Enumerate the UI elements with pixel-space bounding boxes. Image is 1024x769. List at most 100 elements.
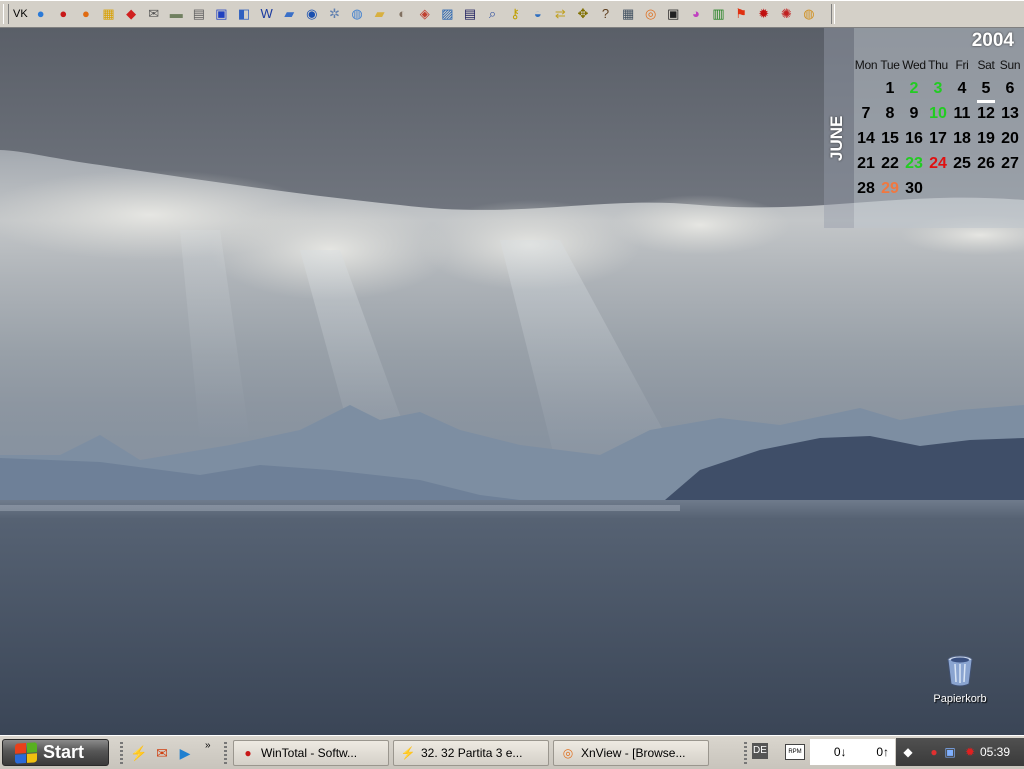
- calendar-day-22: 22: [881, 154, 899, 172]
- net-down-value: 0↓: [833, 745, 847, 759]
- calendar-year: 2004: [971, 30, 1014, 51]
- system-info-icon[interactable]: ▤: [461, 5, 479, 23]
- word-icon[interactable]: W: [258, 5, 276, 23]
- calendar-week: 123456: [854, 76, 1024, 103]
- printer-icon[interactable]: ▤: [190, 5, 208, 23]
- winamp-icon[interactable]: ⚡: [130, 744, 148, 762]
- taskbar-button-label: XnView - [Browse...: [581, 746, 686, 760]
- toolbar-icons: ● ● ● ▦ ◆ ✉ ▬ ▤ ▣ ◧ W ▰ ◉ ✲ ◍ ▰ ◐ ◈ ▨ ▤ ⌕ ⚷ ◒ ⇄ ✥? ▦ ◎ ▣ ◕ ▥ ⚑ ✹ ✺ ◍: [32, 5, 823, 23]
- system-tray: ◆ ● ▣ ✹ 05:39: [896, 738, 1024, 766]
- tasks-grip[interactable]: [224, 742, 227, 764]
- language-indicator[interactable]: DE: [752, 743, 768, 759]
- weekday-sat: Sat: [977, 58, 995, 72]
- calendar-day-9: 9: [909, 104, 919, 122]
- quick-launch-toolbar: VK ● ● ● ▦ ◆ ✉ ▬ ▤ ▣ ◧ W ▰ ◉ ✲ ◍ ▰ ◐ ◈ ▨ ▤ ⌕ ⚷ ◒ ⇄ ✥? ▦ ◎ ▣ ◕ ▥ ⚑ ✹ ✺ ◍: [0, 0, 1024, 28]
- virus-scan-icon[interactable]: ✺: [777, 5, 795, 23]
- scanner-icon[interactable]: ▬: [167, 5, 185, 23]
- network-tray-icon[interactable]: ▣: [942, 744, 958, 760]
- calendar-day-1: 1: [885, 79, 895, 97]
- clipboard-icon[interactable]: ▦: [619, 5, 637, 23]
- settings-gear-icon[interactable]: ✲: [325, 5, 343, 23]
- diamond-icon[interactable]: ◆: [900, 744, 916, 760]
- taskbar-button[interactable]: ⚡ 32. 32 Partita 3 e...: [393, 740, 549, 766]
- calendar-day-grid: 1 2 3 4 5 6 7 8 9 10 11 12 13 14 15 16 17 18 19 20 21 22 23 24 2…: [854, 76, 1024, 201]
- weekday-thu: Thu: [928, 58, 948, 72]
- bar-chart-icon[interactable]: ▥: [710, 5, 728, 23]
- windows-flag-icon[interactable]: ⚑: [732, 5, 750, 23]
- calendar-day-28: 28: [857, 179, 875, 197]
- taskbar-button-label: 32. 32 Partita 3 e...: [421, 746, 523, 760]
- help-book-icon[interactable]: ?: [597, 5, 615, 23]
- calendar-day-26: 26: [977, 154, 995, 172]
- toolbar-grip[interactable]: [3, 3, 9, 24]
- calendar-week: 21 22 23 24 25 26 27: [854, 151, 1024, 176]
- quick-launch-grip[interactable]: [120, 742, 123, 764]
- globe-icon[interactable]: ●: [32, 5, 50, 23]
- cpu-meter-icon[interactable]: RPM: [785, 744, 805, 760]
- color-wheel-icon[interactable]: ◕: [687, 5, 705, 23]
- keys-icon[interactable]: ⚷: [506, 5, 524, 23]
- weekday-wed: Wed: [902, 58, 926, 72]
- taskbar-button[interactable]: ● WinTotal - Softw...: [233, 740, 389, 766]
- taskbar-button-label: WinTotal - Softw...: [261, 746, 358, 760]
- arrows-icon[interactable]: ⇄: [551, 5, 569, 23]
- calendar-day-27: 27: [1001, 154, 1019, 172]
- calendar-day-15: 15: [881, 129, 899, 147]
- calendar-day-3: 3: [933, 79, 943, 97]
- calendar-day-16: 16: [905, 129, 923, 147]
- calendar-day-30: 30: [905, 179, 923, 197]
- database-icon[interactable]: ◍: [348, 5, 366, 23]
- terminal-icon[interactable]: ▣: [664, 5, 682, 23]
- calendar-day-12: 12: [977, 104, 995, 122]
- control-panel-icon[interactable]: ▨: [438, 5, 456, 23]
- chip-icon[interactable]: ✥: [574, 5, 592, 23]
- outlook-express-icon[interactable]: ✉: [153, 744, 171, 762]
- calendar-day-19: 19: [977, 129, 995, 147]
- shredder-icon[interactable]: ◆: [122, 5, 140, 23]
- taskbar-quick-launch: ⚡ ✉ ▶: [130, 744, 199, 762]
- calendar-weekday-header: Mon Tue Wed Thu Fri Sat Sun: [854, 58, 1024, 72]
- installer-box-icon[interactable]: ◈: [416, 5, 434, 23]
- language-grip[interactable]: [744, 742, 747, 764]
- toolbar-separator: [831, 4, 835, 24]
- calendar-week: 7 8 9 10 11 12 13: [854, 101, 1024, 126]
- toolbar-label: VK: [13, 7, 28, 20]
- calendar-week: 14 15 16 17 18 19 20: [854, 126, 1024, 151]
- image-viewer-icon[interactable]: ◎: [642, 5, 660, 23]
- calendar-month: JUNE: [827, 115, 846, 161]
- network-monitor[interactable]: 0↓ 0↑: [810, 739, 895, 765]
- bug-red-icon[interactable]: ✹: [755, 5, 773, 23]
- image-viewer-icon: ◎: [562, 746, 574, 760]
- weekday-sun: Sun: [999, 58, 1021, 72]
- calendar-day-2: 2: [909, 79, 919, 97]
- life-buoy-icon[interactable]: ◍: [800, 5, 818, 23]
- folder-open-icon[interactable]: ▰: [371, 5, 389, 23]
- disk-tool-icon[interactable]: ◐: [393, 5, 411, 23]
- calendar-day-25: 25: [953, 154, 971, 172]
- calendar-day-4: 4: [957, 79, 967, 97]
- start-button[interactable]: Start: [2, 739, 109, 766]
- window-icon[interactable]: ◧: [235, 5, 253, 23]
- mail-icon[interactable]: ✉: [145, 5, 163, 23]
- weekday-mon: Mon: [854, 58, 878, 72]
- calendar-day-7: 7: [861, 104, 871, 122]
- desktop-calendar: 2004 JUNE Mon Tue Wed Thu Fri Sat Sun 12345678…: [824, 28, 1024, 228]
- desktop-icon-recycle-bin[interactable]: Papierkorb: [930, 655, 990, 705]
- media-player-icon[interactable]: ▶: [176, 744, 194, 762]
- taskbar-button[interactable]: ◎ XnView - [Browse...: [553, 740, 709, 766]
- opera-tray-icon[interactable]: ●: [926, 744, 942, 760]
- folder-blue-icon[interactable]: ▰: [280, 5, 298, 23]
- opera-icon[interactable]: ●: [54, 5, 72, 23]
- quick-launch-more-button[interactable]: »: [205, 740, 211, 751]
- network-globe-icon[interactable]: ◉: [303, 5, 321, 23]
- search-computer-icon[interactable]: ⌕: [484, 5, 502, 23]
- network-tool-icon[interactable]: ◒: [529, 5, 547, 23]
- clock[interactable]: 05:39: [980, 745, 1010, 759]
- calendar-day-11: 11: [953, 104, 971, 122]
- firefox-icon[interactable]: ●: [77, 5, 95, 23]
- notepad-icon[interactable]: ▣: [212, 5, 230, 23]
- calendar-day-24: 24: [929, 154, 947, 172]
- bank-icon[interactable]: ▦: [99, 5, 117, 23]
- antivirus-tray-icon[interactable]: ✹: [962, 744, 978, 760]
- calendar-week: 28 29 30: [854, 176, 1024, 201]
